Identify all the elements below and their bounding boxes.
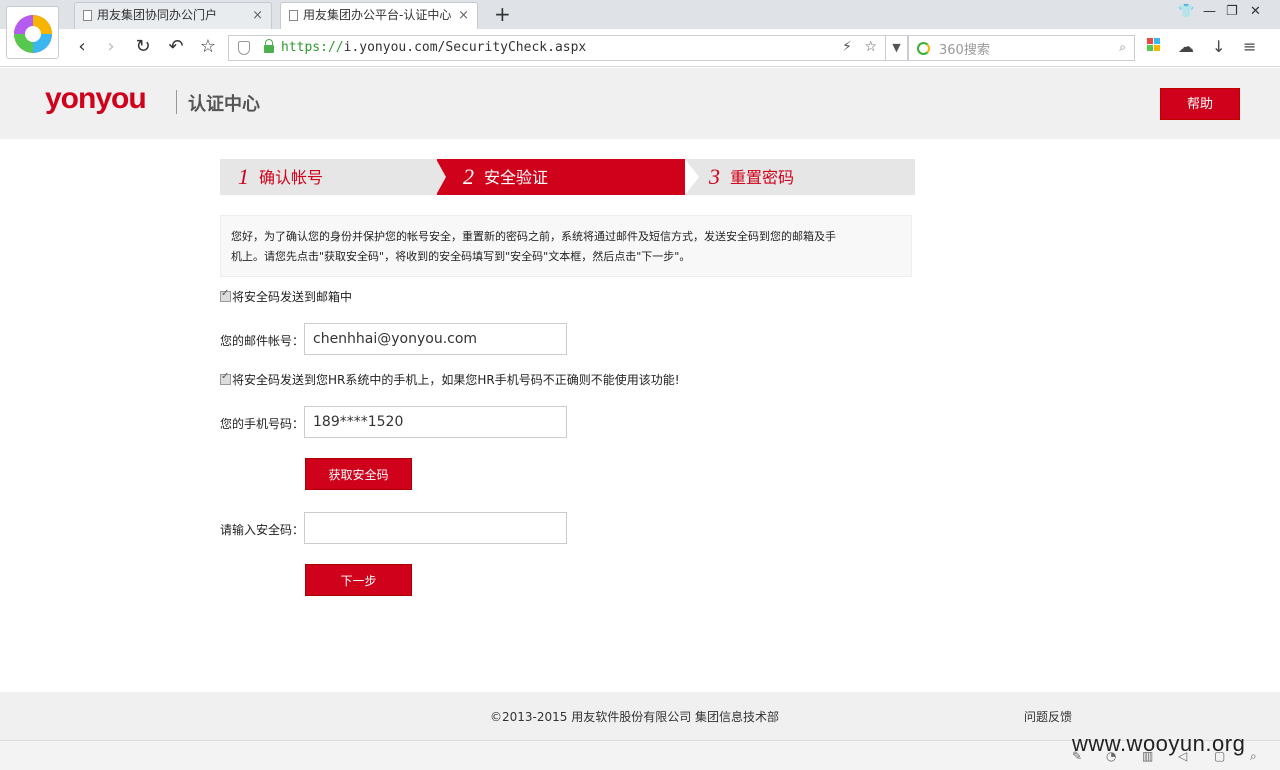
notice-line: 机上。请您先点击"获取安全码"，将收到的安全码填写到"安全码"文本框，然后点击"…	[231, 250, 691, 263]
lock-icon[interactable]	[264, 39, 274, 53]
step-1: 1 确认帐号	[238, 159, 323, 195]
forward-button[interactable]: ›	[99, 35, 123, 59]
step-number: 2	[463, 164, 474, 189]
shield-icon[interactable]	[238, 41, 250, 55]
tab-auth-center[interactable]: 用友集团办公平台-认证中心 ×	[280, 2, 478, 30]
lightning-icon[interactable]: ⚡	[842, 39, 852, 55]
email-field[interactable]: chenhhai@yonyou.com	[304, 323, 567, 355]
volume-icon[interactable]: ◁	[1178, 749, 1187, 763]
status-bar: www.wooyun.org ✎ ◔ ▥ ◁ ▢ ⌕	[0, 731, 1280, 770]
step-2: 2 安全验证	[463, 159, 548, 195]
tab-bar: 用友集团协同办公门户 × 用友集团办公平台-认证中心 × + 👕 — ❐ ✕	[0, 0, 1280, 59]
apps-icon[interactable]	[1147, 38, 1160, 51]
navigation-bar: ‹ › ↻ ↶ ☆ https://i.yonyou.com/SecurityC…	[0, 29, 1280, 67]
url-dropdown-chevron-icon[interactable]: ▼	[886, 35, 908, 61]
tab-close-icon[interactable]: ×	[252, 3, 263, 28]
zoom-icon[interactable]: ⌕	[1250, 749, 1257, 764]
url-scheme: https://	[281, 40, 344, 55]
step-number: 1	[238, 164, 249, 189]
window-icon[interactable]: ▢	[1214, 749, 1225, 763]
code-label: 请输入安全码：	[220, 523, 305, 537]
email-label: 您的邮件帐号：	[220, 334, 305, 348]
logo-divider	[176, 90, 177, 114]
phone-checkbox-label: 将安全码发送到您HR系统中的手机上，如果您HR手机号码不正确则不能使用该功能!	[232, 373, 680, 387]
phone-checkbox[interactable]	[220, 371, 231, 385]
document-icon	[289, 10, 298, 21]
site-header: yonyou 认证中心 帮助	[0, 68, 1280, 139]
close-window-button[interactable]: ✕	[1250, 4, 1261, 19]
help-button[interactable]: 帮助	[1160, 88, 1240, 120]
browser-logo[interactable]	[6, 6, 59, 59]
email-checkbox[interactable]	[220, 288, 231, 302]
tab-portal[interactable]: 用友集团协同办公门户 ×	[74, 2, 272, 29]
step-label: 重置密码	[730, 168, 795, 187]
url-path: i.yonyou.com/SecurityCheck.aspx	[343, 40, 587, 55]
step-divider	[685, 159, 699, 195]
favorite-star-icon[interactable]: ☆	[864, 39, 877, 55]
search-box[interactable]: 360搜索 ⌕	[908, 35, 1135, 61]
new-tab-button[interactable]: +	[494, 3, 511, 25]
cloud-icon[interactable]: ☁	[1178, 37, 1194, 56]
email-option[interactable]: 将安全码发送到邮箱中	[220, 288, 352, 305]
url-text[interactable]: https://i.yonyou.com/SecurityCheck.aspx	[281, 40, 586, 55]
pin-icon[interactable]: ✎	[1072, 749, 1082, 763]
instructions-notice: 您好，为了确认您的身份并保护您的帐号安全，重置新的密码之前，系统将通过邮件及短信…	[220, 215, 912, 277]
document-icon	[83, 10, 92, 21]
step-number: 3	[709, 164, 720, 189]
address-bar[interactable]: https://i.yonyou.com/SecurityCheck.aspx …	[228, 35, 886, 61]
phone-option[interactable]: 将安全码发送到您HR系统中的手机上，如果您HR手机号码不正确则不能使用该功能!	[220, 371, 680, 388]
reload-button[interactable]: ↻	[131, 35, 155, 59]
copyright-text: ©2013-2015 用友软件股份有限公司 集团信息技术部	[490, 710, 780, 724]
feedback-link[interactable]: 问题反馈	[1024, 708, 1072, 725]
phone-field[interactable]: 189****1520	[304, 406, 567, 438]
search-engine-icon	[917, 42, 930, 55]
skin-icon[interactable]: 👕	[1178, 4, 1194, 19]
back-button[interactable]: ‹	[70, 35, 94, 59]
step-label: 确认帐号	[259, 168, 324, 187]
undo-close-button[interactable]: ↶	[164, 35, 188, 59]
search-input[interactable]: 360搜索	[939, 39, 990, 58]
trash-icon[interactable]: ▥	[1142, 749, 1153, 763]
tab-close-icon[interactable]: ×	[458, 3, 469, 28]
url-actions: ⚡ ☆	[842, 39, 877, 55]
search-icon[interactable]: ⌕	[1119, 40, 1126, 55]
site-title: 认证中心	[188, 94, 260, 115]
email-checkbox-label: 将安全码发送到邮箱中	[232, 290, 353, 304]
tab-title: 用友集团办公平台-认证中心	[303, 8, 452, 22]
download-icon[interactable]: ↓	[1212, 37, 1225, 56]
tab-title: 用友集团协同办公门户	[97, 8, 218, 22]
page-content: yonyou 认证中心 帮助 1 确认帐号 2 安全验证 3 重置密码 您好，为了确认…	[0, 68, 1280, 740]
minimize-button[interactable]: —	[1203, 4, 1216, 19]
menu-icon[interactable]: ≡	[1243, 37, 1256, 56]
bookmark-star-icon[interactable]: ☆	[196, 35, 220, 59]
next-button[interactable]: 下一步	[305, 564, 412, 596]
progress-steps: 1 确认帐号 2 安全验证 3 重置密码	[220, 159, 915, 195]
code-input[interactable]	[304, 512, 567, 544]
step-label: 安全验证	[484, 168, 549, 187]
get-code-button[interactable]: 获取安全码	[305, 458, 412, 490]
browser-logo-icon	[14, 15, 52, 53]
phone-label: 您的手机号码：	[220, 417, 305, 431]
speed-icon[interactable]: ◔	[1106, 749, 1116, 763]
notice-line: 您好，为了确认您的身份并保护您的帐号安全，重置新的密码之前，系统将通过邮件及短信…	[231, 230, 836, 243]
step-3: 3 重置密码	[709, 159, 794, 195]
restore-button[interactable]: ❐	[1226, 4, 1238, 19]
yonyou-logo[interactable]: yonyou	[45, 82, 147, 116]
